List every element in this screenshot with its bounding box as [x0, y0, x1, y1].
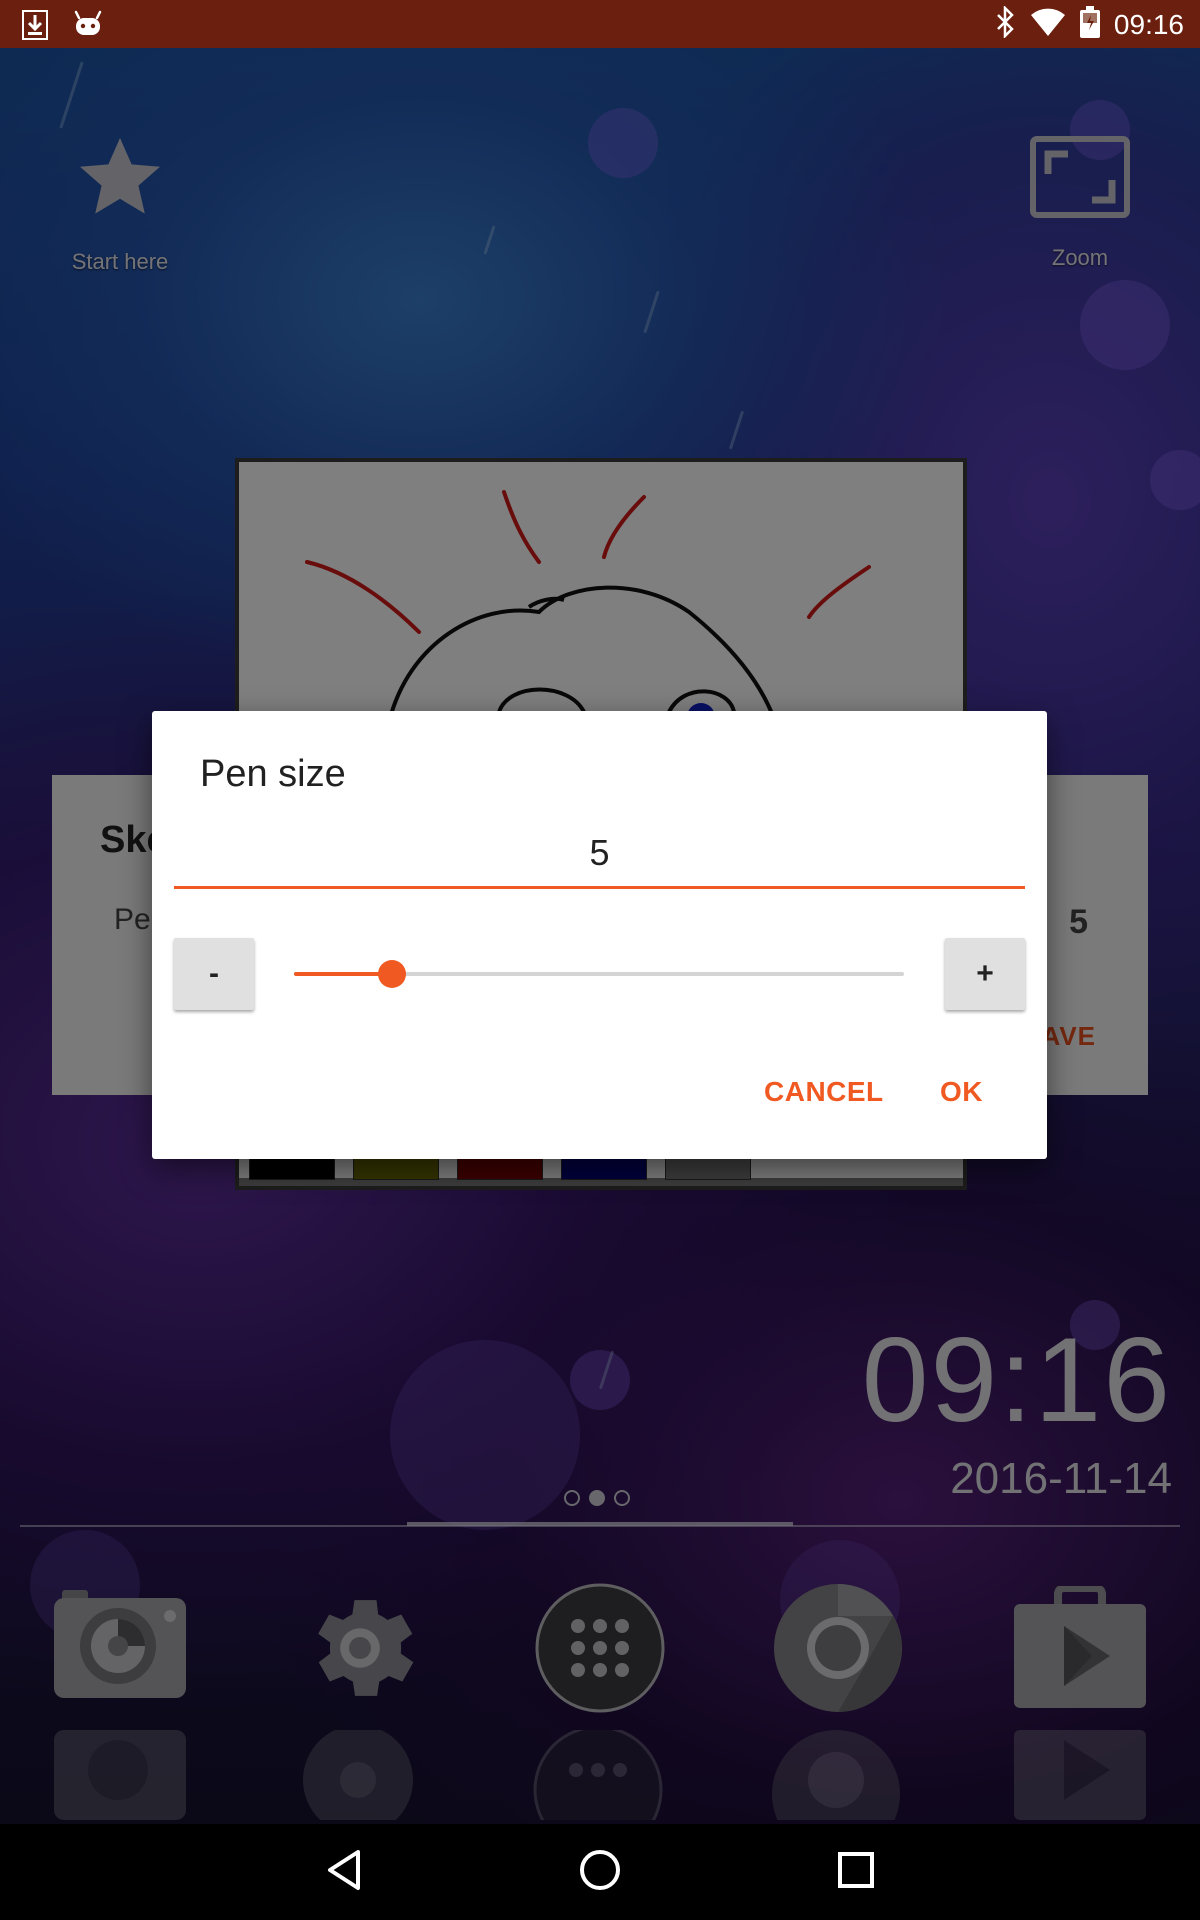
status-bar: 09:16: [0, 0, 1200, 48]
pen-size-dialog: Pen size - + CANCEL OK: [152, 711, 1047, 1159]
pen-size-slider[interactable]: [294, 960, 904, 988]
wifi-icon: [1030, 7, 1066, 42]
navigation-bar: [0, 1824, 1200, 1920]
dialog-title: Pen size: [200, 753, 346, 795]
slider-thumb[interactable]: [377, 960, 406, 988]
bluetooth-icon: [994, 4, 1016, 43]
status-bar-time: 09:16: [1113, 8, 1184, 40]
slider-fill: [294, 972, 392, 976]
decrease-button[interactable]: -: [174, 938, 254, 1010]
download-icon: [22, 10, 48, 45]
battery-icon: [1079, 6, 1100, 43]
back-icon: [324, 1848, 364, 1897]
cancel-button[interactable]: CANCEL: [764, 1076, 884, 1108]
ok-button[interactable]: OK: [940, 1076, 983, 1108]
recents-icon: [836, 1850, 876, 1895]
back-button[interactable]: [316, 1844, 372, 1900]
recents-button[interactable]: [828, 1844, 884, 1900]
home-button[interactable]: [572, 1844, 628, 1900]
android-icon: [74, 10, 102, 45]
home-icon: [578, 1848, 622, 1897]
pen-size-input[interactable]: [174, 829, 1025, 889]
increase-button[interactable]: +: [945, 938, 1025, 1010]
